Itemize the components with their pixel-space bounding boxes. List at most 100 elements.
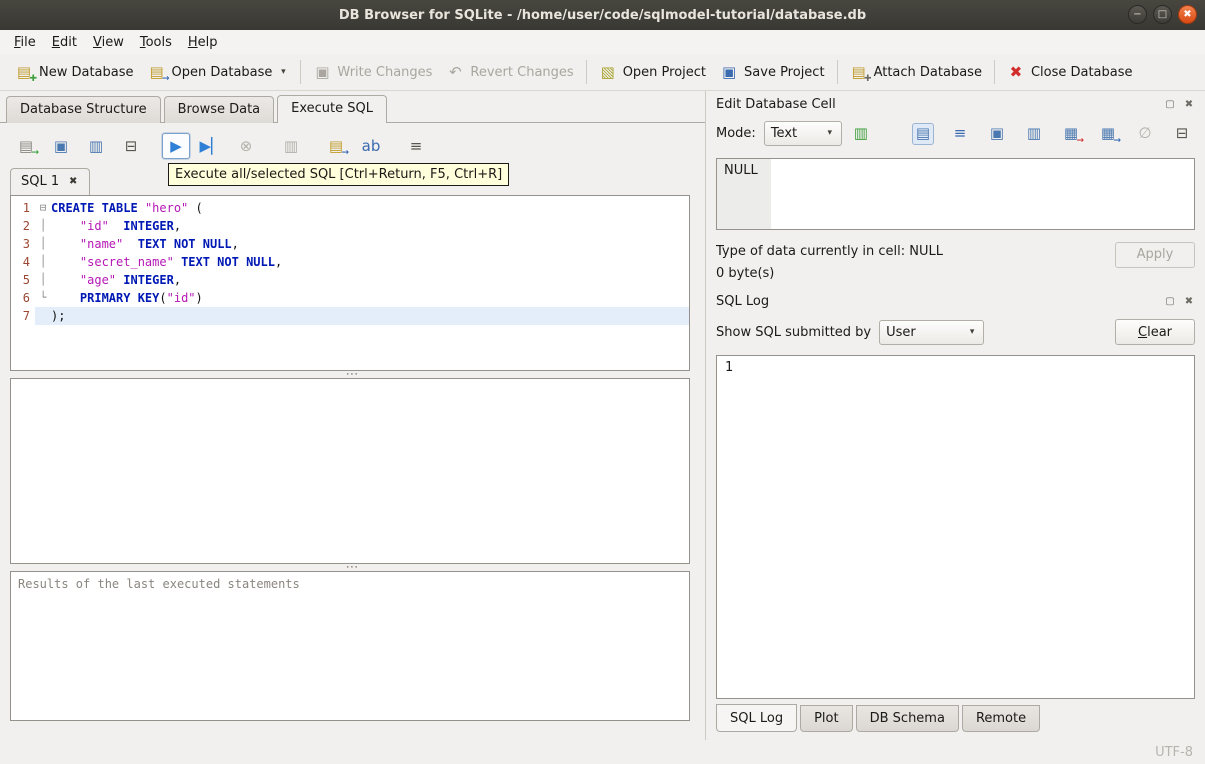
log-filter-combobox[interactable]: User ▾ [879,319,985,345]
find-replace-button[interactable]: ab [357,133,385,159]
print-sql-button[interactable]: ⊟ [117,133,145,159]
sql-log-area[interactable]: 1 [716,355,1195,699]
code-line-2[interactable]: 2 │ "id" INTEGER, [11,217,689,235]
copy-cell-button[interactable]: ▣ [986,123,1008,145]
results-placeholder: Results of the last executed statements [18,577,300,591]
tab-remote[interactable]: Remote [961,705,1041,732]
new-database-button[interactable]: ▤ ✚ New Database [8,58,141,86]
encoding-indicator[interactable]: UTF-8 [1155,745,1193,760]
tab-database-structure[interactable]: Database Structure [6,96,161,123]
open-database-dropdown-icon[interactable]: ▾ [278,63,288,81]
find-replace-icon: ab [361,136,381,155]
tab-sql-log[interactable]: SQL Log [716,704,798,732]
cell-editor[interactable]: NULL [716,158,1195,230]
tab-execute-sql[interactable]: Execute SQL [277,95,388,123]
splitter-handle[interactable] [0,371,705,378]
close-tab-icon[interactable]: ✖ [67,176,79,188]
save-results-button[interactable]: ▥ [277,133,305,159]
execute-tooltip: Execute all/selected SQL [Ctrl+Return, F… [168,163,510,186]
code-line-5[interactable]: 5 │ "age" INTEGER, [11,271,689,289]
close-database-icon: ✖ [1009,62,1023,81]
save-project-button[interactable]: ▣ Save Project [713,58,832,86]
text-mode-button[interactable]: ▤ [912,122,934,145]
menu-help[interactable]: Help [180,32,226,53]
paste-icon: ▥ [1026,124,1042,142]
execute-all-icon: ▶ [170,136,182,155]
export-cell-file-button[interactable]: ▦ → [1097,123,1121,146]
print-cell-button[interactable]: ⊟ [1171,123,1193,145]
code-line-7[interactable]: 7); [11,307,689,325]
new-database-label: New Database [39,64,134,80]
dock-close-icon[interactable]: ✖ [1183,296,1195,308]
cell-size-text: 0 byte(s) [716,266,775,281]
format-sql-button[interactable]: ≡ [402,133,430,159]
mode-label: Mode: [716,126,756,141]
menu-view[interactable]: View [85,32,132,53]
sql-editor[interactable]: 1 ⊟ CREATE TABLE "hero" (2 │ "id" INTEGER, 3… [10,195,690,371]
minimize-icon[interactable]: − [1128,5,1147,24]
copy-icon: ▣ [989,124,1005,142]
menubar: File Edit View Tools Help [0,30,1205,54]
export-database-icon: ▤ → [328,136,349,158]
mode-combobox[interactable]: Text ▾ [763,121,842,146]
set-null-button[interactable]: ∅ [1134,123,1156,145]
save-sql-file-as-button[interactable]: ▥ [82,133,110,159]
maximize-icon[interactable]: □ [1153,5,1172,24]
stop-execution-button[interactable]: ⊗ [232,133,260,159]
open-sql-file-button[interactable]: ▤ → [12,133,40,159]
import-data-button[interactable]: ▥ [850,123,872,145]
right-dock: Edit Database Cell ▢ ✖ Mode: Text ▾ ▥ ▤ … [705,91,1205,740]
attach-database-button[interactable]: ▤ ✚ Attach Database [843,58,989,86]
code-line-4[interactable]: 4 │ "secret_name" TEXT NOT NULL, [11,253,689,271]
dock-float-icon[interactable]: ▢ [1164,99,1176,111]
menu-file[interactable]: File [6,32,44,53]
word-wrap-button[interactable]: ≡ [949,123,971,145]
results-grid[interactable] [10,378,690,564]
status-bar: UTF-8 [0,740,1205,764]
save-sql-file-button[interactable]: ▣ [47,133,75,159]
tab-plot[interactable]: Plot [800,705,853,732]
code-line-1[interactable]: 1 ⊟ CREATE TABLE "hero" ( [11,199,689,217]
tab-browse-data[interactable]: Browse Data [163,96,275,123]
close-icon[interactable]: ✖ [1178,5,1197,24]
close-database-label: Close Database [1030,64,1133,80]
revert-changes-button[interactable]: ↶ Revert Changes [439,58,580,86]
log-filter-label: Show SQL submitted by [716,324,872,340]
sql-log-filter-row: Show SQL submitted by User ▾ Clear [706,311,1205,349]
tab-db-schema[interactable]: DB Schema [855,705,959,732]
dock-float-icon[interactable]: ▢ [1164,296,1176,308]
open-sql-file-icon: ▤ → [18,136,39,158]
toolbar-separator [993,60,995,84]
menu-tools[interactable]: Tools [132,32,180,53]
log-line-number: 1 [725,360,734,375]
export-file-icon: ▦ → [1100,124,1121,146]
revert-changes-icon: ↶ [449,62,462,81]
paste-cell-button[interactable]: ▥ [1023,123,1045,145]
dock-close-icon[interactable]: ✖ [1183,99,1195,111]
word-wrap-icon: ≡ [953,124,967,142]
apply-button[interactable]: Apply [1115,242,1195,268]
open-project-button[interactable]: ▧ Open Project [592,58,713,86]
cell-toolbar: ▤ ≡ ▣ ▥ ▦ → ▦ → ∅ ⊟ [912,122,1195,146]
close-database-button[interactable]: ✖ Close Database [1000,58,1140,86]
import-cell-file-button[interactable]: ▦ → [1060,123,1084,146]
execute-current-line-button[interactable]: ▶▏ [197,133,225,159]
code-line-6[interactable]: 6 └ PRIMARY KEY("id") [11,289,689,307]
clear-log-label: Clear [1138,324,1172,340]
splitter-handle[interactable] [0,564,705,571]
open-database-button[interactable]: ▤ → Open Database ▾ [141,58,296,86]
mode-value: Text [770,126,798,141]
cell-value: NULL [724,163,758,178]
toolbar-separator [585,60,587,84]
execute-all-button[interactable]: ▶ [162,133,190,159]
cell-info-row: Type of data currently in cell: NULL 0 b… [706,234,1205,288]
log-filter-value: User [886,324,916,340]
sql-document-tab[interactable]: SQL 1 ✖ [10,168,91,195]
menu-edit[interactable]: Edit [44,32,85,53]
write-changes-button[interactable]: ▣ Write Changes [306,58,439,86]
code-line-3[interactable]: 3 │ "name" TEXT NOT NULL, [11,235,689,253]
window-titlebar[interactable]: DB Browser for SQLite - /home/user/code/… [0,0,1205,30]
results-message-area[interactable]: Results of the last executed statements [10,571,690,721]
clear-log-button[interactable]: Clear [1115,319,1195,345]
export-database-button[interactable]: ▤ → [322,133,350,159]
